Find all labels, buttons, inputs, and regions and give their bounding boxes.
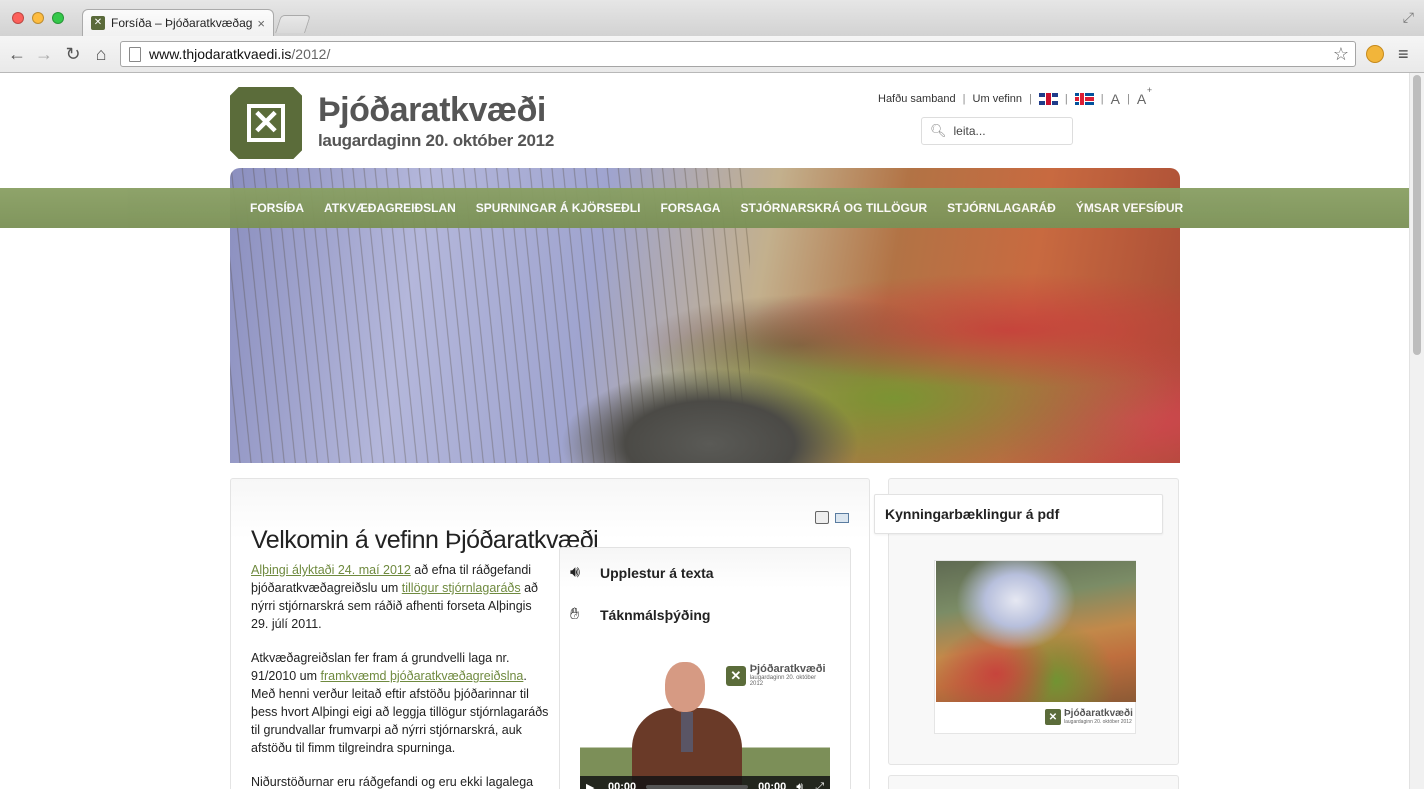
site-subtitle: laugardaginn 20. október 2012	[318, 131, 554, 150]
separator: |	[1064, 93, 1068, 105]
browser-toolbar: ← → ↻ ⌂ www.thjodaratkvaedi.is/2012/ ☆ ≡	[0, 36, 1424, 73]
althingi-resolution-link[interactable]: Alþingi ályktaði 24. maí 2012	[251, 563, 411, 577]
page-viewport: ✕ Þjóðaratkvæði laugardaginn 20. október…	[0, 73, 1424, 789]
nav-item-ymsar-vefsidur[interactable]: Ýmsar vefsíður	[1066, 201, 1193, 215]
about-link[interactable]: Um vefinn	[973, 93, 1023, 105]
sign-language-video[interactable]: ✕ Þjóðaratkvæði laugardaginn 20. október…	[580, 658, 830, 789]
nav-item-stjornlagarad[interactable]: Stjórnlagaráð	[937, 201, 1066, 215]
forward-arrow-icon[interactable]: →	[33, 42, 55, 66]
video-current-time: 00:00	[608, 781, 637, 789]
play-icon[interactable]: ▶	[586, 781, 600, 789]
nav-item-stjornarskra[interactable]: Stjórnarskrá og tillögur	[730, 201, 937, 215]
video-presenter	[632, 662, 742, 789]
sidebar-box	[888, 775, 1179, 789]
new-tab-button[interactable]	[275, 15, 311, 33]
site-logo[interactable]: ✕	[230, 87, 302, 159]
email-icon[interactable]	[835, 513, 849, 523]
sign-language-icon: ✋︎	[570, 606, 580, 623]
menu-icon[interactable]: ≡	[1398, 44, 1409, 65]
search-input[interactable]	[951, 123, 1062, 139]
window-close-button[interactable]	[12, 12, 24, 24]
back-arrow-icon[interactable]: ←	[6, 42, 28, 66]
scrollbar-thumb[interactable]	[1413, 75, 1421, 355]
referendum-law-link[interactable]: framkvæmd þjóðaratkvæðagreiðslna	[321, 669, 524, 683]
fullscreen-icon[interactable]: ⤢	[815, 781, 824, 789]
speaker-icon: 🔊︎	[570, 564, 581, 581]
font-larger-button[interactable]: A +	[1137, 85, 1152, 107]
nav-item-forsida[interactable]: Forsíða	[240, 201, 314, 215]
brochure-heading[interactable]: Kynningarbæklingur á pdf	[874, 494, 1163, 534]
read-aloud-row[interactable]: 🔊︎ Upplestur á texta	[570, 564, 714, 582]
browser-titlebar: ✕ Forsíða – Þjóðaratkvæðagr × ⤢	[0, 0, 1424, 36]
page-title: Velkomin á vefinn Þjóðaratkvæði	[251, 525, 599, 554]
browser-tab[interactable]: ✕ Forsíða – Þjóðaratkvæðagr ×	[82, 9, 274, 36]
separator: |	[1029, 93, 1032, 105]
brochure-thumbnail[interactable]: ✕ Þjóðaratkvæði laugardaginn 20. október…	[934, 560, 1136, 734]
window-minimize-button[interactable]	[32, 12, 44, 24]
address-bar[interactable]: www.thjodaratkvaedi.is/2012/ ☆	[120, 41, 1356, 67]
brochure-logo: ✕ Þjóðaratkvæði laugardaginn 20. október…	[1045, 709, 1133, 725]
read-aloud-label: Upplestur á texta	[600, 565, 714, 581]
home-icon[interactable]: ⌂	[90, 42, 112, 66]
icelandic-flag-icon[interactable]	[1074, 93, 1094, 105]
tab-close-icon[interactable]: ×	[257, 16, 265, 31]
video-total-time: 00:00	[758, 781, 787, 789]
url-text[interactable]: www.thjodaratkvaedi.is/2012/	[149, 46, 1333, 62]
window-maximize-button[interactable]	[52, 12, 64, 24]
paragraph: Alþingi ályktaði 24. maí 2012 að efna ti…	[251, 563, 538, 631]
banner-rocks	[560, 368, 860, 463]
separator: |	[1100, 93, 1104, 105]
accessibility-media-box: 🔊︎ Upplestur á texta ✋︎ Táknmálsþýðing ✕…	[559, 547, 851, 789]
reload-icon[interactable]: ↻	[62, 42, 84, 66]
nav-item-forsaga[interactable]: Forsaga	[650, 201, 730, 215]
extension-icon[interactable]	[1366, 45, 1384, 63]
brochure-heading-text: Kynningarbæklingur á pdf	[885, 506, 1060, 522]
print-icon[interactable]	[815, 511, 829, 524]
english-flag-icon[interactable]	[1038, 93, 1058, 105]
intro-text: Alþingi ályktaði 24. maí 2012 að efna ti…	[251, 561, 549, 789]
brochure-photo	[936, 561, 1136, 702]
sign-language-label: Táknmálsþýðing	[600, 607, 711, 623]
separator: |	[1126, 93, 1130, 105]
font-normal-button[interactable]: A	[1111, 91, 1120, 107]
ballot-x-icon: ✕	[1045, 709, 1061, 725]
volume-icon[interactable]: 🔊︎	[796, 781, 803, 789]
separator: |	[962, 93, 966, 105]
video-progress-bar[interactable]	[646, 785, 749, 789]
paragraph: Niðurstöðurnar eru ráðgefandi og eru ekk…	[251, 775, 534, 789]
video-controls: ▶ 00:00 00:00 🔊︎ ⤢	[580, 776, 830, 789]
search-icon: 🔍︎	[930, 123, 947, 138]
favicon-icon: ✕	[91, 16, 105, 30]
sign-language-row[interactable]: ✋︎ Táknmálsþýðing	[570, 606, 710, 624]
nav-item-spurningar[interactable]: Spurningar á kjörseðli	[466, 201, 651, 215]
search-box: 🔍︎	[921, 117, 1073, 145]
top-links: Hafðu samband | Um vefinn | | | A | A +	[878, 85, 1152, 107]
main-content: Velkomin á vefinn Þjóðaratkvæði Alþingi …	[230, 478, 870, 789]
contact-link[interactable]: Hafðu samband	[878, 93, 956, 105]
fullscreen-icon[interactable]: ⤢	[1403, 9, 1414, 26]
tab-title: Forsíða – Þjóðaratkvæðagr	[111, 16, 254, 30]
council-proposals-link[interactable]: tillögur stjórnlagaráðs	[402, 581, 521, 595]
paragraph: Atkvæðagreiðslan fer fram á grundvelli l…	[251, 651, 549, 755]
page-icon	[129, 46, 141, 62]
main-navigation: Forsíða Atkvæðagreiðslan Spurningar á kj…	[0, 188, 1409, 228]
ballot-x-icon: ✕	[247, 104, 285, 142]
bookmark-star-icon[interactable]: ☆	[1333, 44, 1349, 65]
nav-item-atkvaedagreidslan[interactable]: Atkvæðagreiðslan	[314, 201, 466, 215]
page-scrollbar[interactable]	[1409, 73, 1424, 789]
site-title[interactable]: Þjóðaratkvæði	[318, 93, 546, 127]
